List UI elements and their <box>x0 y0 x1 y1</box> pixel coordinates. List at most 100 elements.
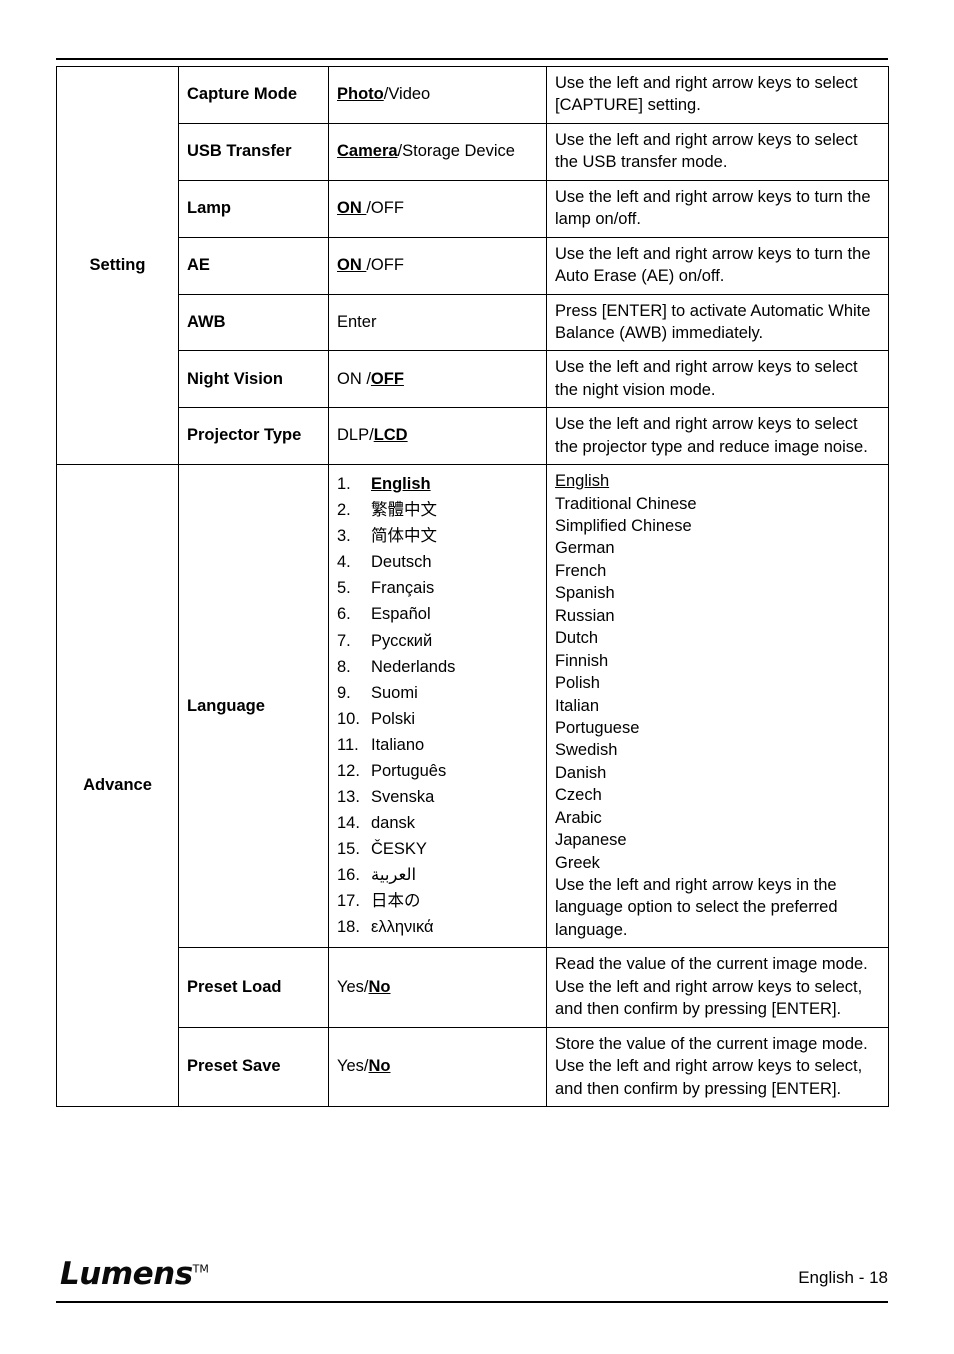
language-name: Portuguese <box>555 718 640 737</box>
language-name-list: English Traditional Chinese Simplified Chi… <box>555 470 880 874</box>
language-option[interactable]: 7. Русский <box>337 628 538 654</box>
table-row: AWB Enter Press [ENTER] to activate Auto… <box>57 293 889 352</box>
value-ae: ON /OFF <box>328 236 547 295</box>
desc-usb-transfer: Use the left and right arrow keys to sel… <box>546 122 889 181</box>
value-default: ON <box>337 255 367 274</box>
language-name: Swedish <box>555 741 618 760</box>
language-option[interactable]: 6. Español <box>337 601 538 627</box>
param-usb-transfer: USB Transfer <box>178 122 329 181</box>
page-footer: LumensTM English - 18 <box>56 1256 888 1316</box>
table-row: Preset Save Yes/No Store the value of th… <box>57 1026 889 1107</box>
param-ae: AE <box>178 236 329 295</box>
language-option-number: 18. <box>337 918 360 937</box>
table-row: Setting Capture Mode Photo/Video Use the… <box>56 65 889 466</box>
logo-wordmark: Lumens <box>60 1256 193 1292</box>
language-option[interactable]: 14. dansk <box>337 810 538 836</box>
language-option[interactable]: 2. 繁體中文 <box>337 497 538 523</box>
value-awb: Enter <box>328 293 547 352</box>
value-default: Camera <box>337 142 398 161</box>
language-option-number: 2. <box>337 501 351 520</box>
language-option-label: 简体中文 <box>371 526 437 546</box>
section-label-advance: Advance <box>56 464 179 1107</box>
language-option-label: Svenska <box>371 787 435 806</box>
language-name: Greek <box>555 853 600 872</box>
param-night-vision: Night Vision <box>178 350 329 409</box>
language-name: Polish <box>555 674 600 693</box>
value-preset-load: Yes/No <box>328 947 547 1028</box>
language-option-number: 8. <box>337 657 351 676</box>
language-option-number: 3. <box>337 527 351 546</box>
param-preset-load: Preset Load <box>178 947 329 1028</box>
value-night-vision: ON /OFF <box>328 350 547 409</box>
language-name: Finnish <box>555 651 609 670</box>
language-name: German <box>555 539 615 558</box>
language-option-label: Русский <box>371 631 433 650</box>
language-name: Arabic <box>555 808 602 827</box>
desc-language: English Traditional Chinese Simplified Chi… <box>546 464 889 949</box>
language-name: Czech <box>555 786 602 805</box>
value-alt: Yes/ <box>337 1057 369 1076</box>
language-option[interactable]: 3. 简体中文 <box>337 523 538 549</box>
language-option-number: 14. <box>337 813 360 832</box>
value-preset-save: Yes/No <box>328 1026 547 1107</box>
language-option-number: 1. <box>337 475 351 494</box>
language-option-label: dansk <box>371 813 416 832</box>
value-alt: /OFF <box>366 255 404 274</box>
language-name: English <box>555 472 610 491</box>
desc-lamp: Use the left and right arrow keys to tur… <box>546 179 889 238</box>
value-alt: Yes/ <box>337 977 369 996</box>
table-row: Lamp ON /OFF Use the left and right arro… <box>57 179 889 238</box>
value-alt: ON / <box>337 369 371 388</box>
language-option-number: 17. <box>337 892 360 911</box>
language-option[interactable]: 13. Svenska <box>337 784 538 810</box>
trademark-icon: TM <box>192 1262 209 1276</box>
value-usb-transfer: Camera/Storage Device <box>328 122 547 181</box>
value-default: No <box>368 1057 391 1076</box>
desc-projector-type: Use the left and right arrow keys to sel… <box>546 407 889 466</box>
value-default: OFF <box>370 369 404 388</box>
language-name: Traditional Chinese <box>555 494 697 513</box>
language-option[interactable]: 11. Italiano <box>337 732 538 758</box>
language-option[interactable]: 9. Suomi <box>337 680 538 706</box>
value-capture-mode: Photo/Video <box>328 66 547 124</box>
page-number: English - 18 <box>798 1268 888 1287</box>
desc-preset-save: Store the value of the current image mod… <box>546 1026 889 1107</box>
language-option-label: Italiano <box>371 735 425 754</box>
language-option-label: العربية <box>371 865 417 885</box>
table-row: Night Vision ON /OFF Use the left and ri… <box>57 350 889 409</box>
desc-ae: Use the left and right arrow keys to tur… <box>546 236 889 295</box>
language-option[interactable]: 12. Português <box>337 758 538 784</box>
desc-preset-load: Read the value of the current image mode… <box>546 947 889 1028</box>
language-name: Japanese <box>555 831 627 850</box>
language-option[interactable]: 16. العربية <box>337 862 538 888</box>
language-name: Dutch <box>555 629 599 648</box>
value-alt: /Storage Device <box>397 142 515 161</box>
lumens-logo: LumensTM <box>60 1256 209 1292</box>
desc-awb: Press [ENTER] to activate Automatic Whit… <box>546 293 889 352</box>
footer-rule <box>56 1301 888 1303</box>
language-option[interactable]: 17. 日本の <box>337 888 538 914</box>
language-option[interactable]: 4. Deutsch <box>337 549 538 575</box>
table-row: Preset Load Yes/No Read the value of the… <box>57 947 889 1028</box>
param-projector-type: Projector Type <box>178 407 329 466</box>
language-option[interactable]: 10. Polski <box>337 706 538 732</box>
language-name: Danish <box>555 763 607 782</box>
language-option[interactable]: 18. ελληνικά <box>337 914 538 940</box>
language-option-list: 1. English 2. 繁體中文 3. 简体中文 4. Deutsch 5. Français… <box>337 471 538 940</box>
language-option[interactable]: 15. ČESKY <box>337 836 538 862</box>
language-option[interactable]: 1. English <box>337 471 538 497</box>
language-option-label: English <box>371 475 431 494</box>
value-default: Photo <box>337 85 384 104</box>
language-option[interactable]: 8. Nederlands <box>337 654 538 680</box>
language-option-number: 13. <box>337 787 360 806</box>
language-option-label: Suomi <box>371 683 418 702</box>
language-option[interactable]: 5. Français <box>337 575 538 601</box>
language-name: French <box>555 561 607 580</box>
language-name: Spanish <box>555 584 615 603</box>
param-lamp: Lamp <box>178 179 329 238</box>
param-capture-mode: Capture Mode <box>178 66 329 124</box>
language-option-label: 繁體中文 <box>371 500 437 520</box>
value-alt: /Video <box>383 85 431 104</box>
language-option-number: 16. <box>337 866 360 885</box>
language-option-label: 日本の <box>371 891 421 911</box>
